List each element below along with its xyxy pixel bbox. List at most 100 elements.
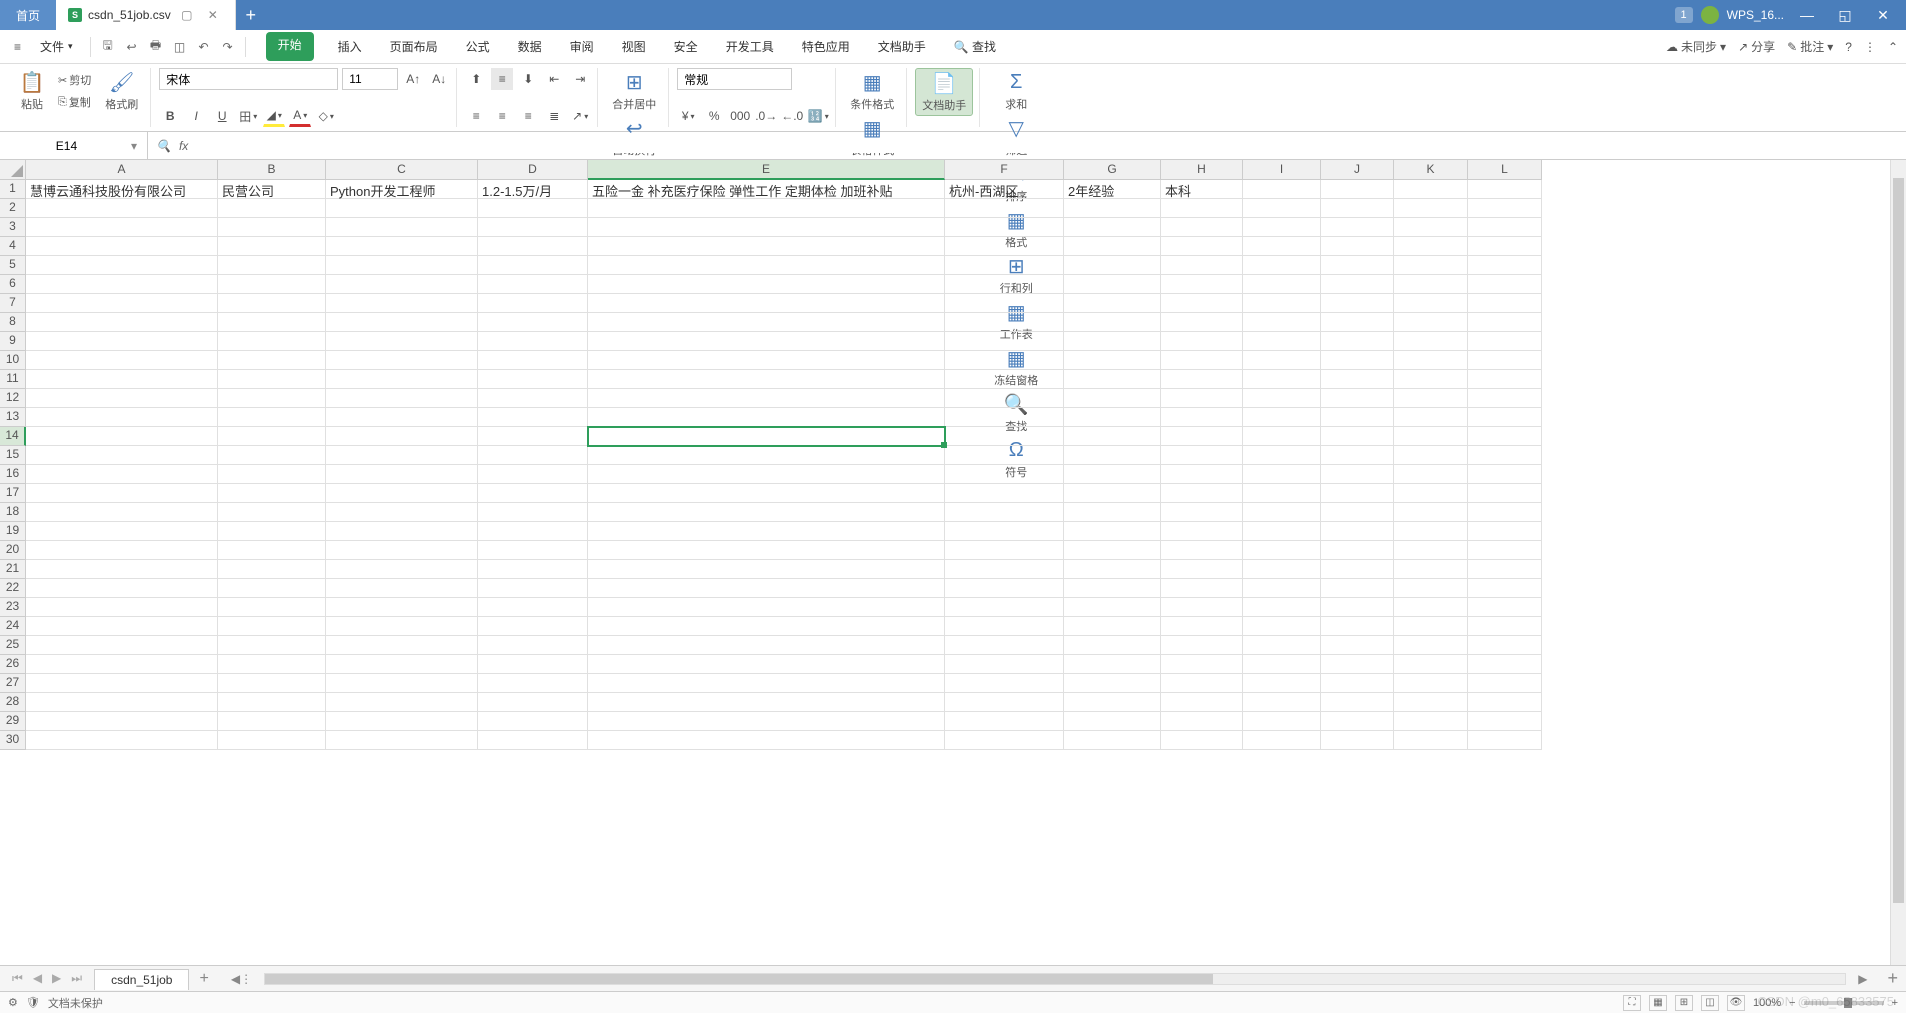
column-header[interactable]: G	[1064, 160, 1161, 180]
cell[interactable]	[26, 332, 218, 351]
cell-reference-input[interactable]	[6, 139, 127, 153]
cell[interactable]	[326, 389, 478, 408]
prev-sheet-icon[interactable]: ◀	[29, 971, 46, 986]
cell[interactable]	[1468, 731, 1542, 750]
cell[interactable]	[1468, 218, 1542, 237]
cell[interactable]	[1394, 598, 1468, 617]
row-header[interactable]: 12	[0, 389, 26, 408]
cell[interactable]	[1468, 560, 1542, 579]
auto-wrap-button[interactable]: ↩ 自动换行	[606, 114, 662, 160]
cell[interactable]	[1243, 389, 1321, 408]
row-header[interactable]: 4	[0, 237, 26, 256]
cell[interactable]	[326, 522, 478, 541]
row-header[interactable]: 1	[0, 180, 26, 199]
cell[interactable]	[945, 294, 1064, 313]
cell[interactable]	[218, 256, 326, 275]
cell[interactable]	[1321, 617, 1394, 636]
cell[interactable]	[26, 693, 218, 712]
row-header[interactable]: 20	[0, 541, 26, 560]
cell[interactable]	[1321, 674, 1394, 693]
cell[interactable]	[326, 275, 478, 294]
cell[interactable]	[478, 465, 588, 484]
column-header[interactable]: J	[1321, 160, 1394, 180]
cell[interactable]	[1064, 579, 1161, 598]
cell[interactable]	[1394, 313, 1468, 332]
cell[interactable]	[1064, 294, 1161, 313]
cell[interactable]	[478, 427, 588, 446]
cell[interactable]	[1468, 370, 1542, 389]
cell[interactable]	[26, 256, 218, 275]
cell[interactable]	[588, 541, 945, 560]
cell[interactable]	[945, 636, 1064, 655]
formula-input[interactable]	[196, 138, 1898, 153]
cell[interactable]	[1321, 332, 1394, 351]
cell[interactable]	[26, 579, 218, 598]
cell[interactable]	[588, 636, 945, 655]
cell[interactable]	[1064, 218, 1161, 237]
cell[interactable]	[26, 237, 218, 256]
add-tab-button[interactable]: +	[236, 5, 266, 26]
cell[interactable]	[1064, 541, 1161, 560]
page-break-icon[interactable]: ◫	[1701, 995, 1719, 1011]
cell[interactable]	[1064, 427, 1161, 446]
column-header[interactable]: A	[26, 160, 218, 180]
row-header[interactable]: 23	[0, 598, 26, 617]
cell[interactable]	[945, 712, 1064, 731]
cell[interactable]	[1394, 655, 1468, 674]
border-button[interactable]: 田	[237, 105, 259, 127]
cell[interactable]	[945, 370, 1064, 389]
cell[interactable]	[218, 332, 326, 351]
cell[interactable]	[26, 389, 218, 408]
cell[interactable]	[945, 237, 1064, 256]
cell[interactable]	[588, 389, 945, 408]
cell[interactable]	[945, 598, 1064, 617]
column-header[interactable]: K	[1394, 160, 1468, 180]
cell[interactable]	[588, 674, 945, 693]
cell[interactable]	[1243, 674, 1321, 693]
collapse-ribbon-icon[interactable]: ⌃	[1888, 40, 1898, 54]
cell[interactable]	[1161, 617, 1243, 636]
cell[interactable]	[1161, 465, 1243, 484]
row-header[interactable]: 21	[0, 560, 26, 579]
cell[interactable]	[945, 503, 1064, 522]
cell[interactable]	[218, 560, 326, 579]
cell[interactable]	[588, 560, 945, 579]
cell[interactable]	[218, 218, 326, 237]
tab-view[interactable]: 视图	[618, 32, 650, 61]
cell[interactable]	[218, 617, 326, 636]
font-size-select[interactable]	[342, 68, 398, 90]
cell[interactable]	[1064, 446, 1161, 465]
cell[interactable]	[1243, 294, 1321, 313]
cell[interactable]	[1243, 693, 1321, 712]
cell[interactable]	[588, 256, 945, 275]
row-header[interactable]: 25	[0, 636, 26, 655]
cell[interactable]	[1468, 693, 1542, 712]
row-header[interactable]: 3	[0, 218, 26, 237]
cell[interactable]	[1394, 446, 1468, 465]
row-header[interactable]: 14	[0, 427, 26, 446]
cell[interactable]	[218, 275, 326, 294]
cell[interactable]	[1468, 332, 1542, 351]
cell[interactable]	[26, 313, 218, 332]
cell[interactable]	[326, 503, 478, 522]
cell[interactable]	[1243, 275, 1321, 294]
cell[interactable]	[1243, 237, 1321, 256]
cell[interactable]	[1394, 199, 1468, 218]
tab-restore-icon[interactable]: ▢	[177, 8, 197, 22]
cell[interactable]	[1161, 731, 1243, 750]
wps-user-label[interactable]: WPS_16...	[1727, 8, 1784, 22]
row-header[interactable]: 29	[0, 712, 26, 731]
tab-doc-helper[interactable]: 文档助手	[874, 32, 930, 61]
row-header[interactable]: 5	[0, 256, 26, 275]
cell[interactable]	[1321, 655, 1394, 674]
cell[interactable]	[326, 294, 478, 313]
zoom-level[interactable]: 100%	[1753, 997, 1781, 1009]
cell[interactable]	[26, 370, 218, 389]
cell[interactable]	[478, 370, 588, 389]
cell[interactable]	[945, 541, 1064, 560]
cell[interactable]	[1064, 617, 1161, 636]
cell[interactable]	[1243, 427, 1321, 446]
align-bottom-icon[interactable]: ⬇	[517, 68, 539, 90]
cell[interactable]	[326, 560, 478, 579]
underline-button[interactable]: U	[211, 105, 233, 127]
